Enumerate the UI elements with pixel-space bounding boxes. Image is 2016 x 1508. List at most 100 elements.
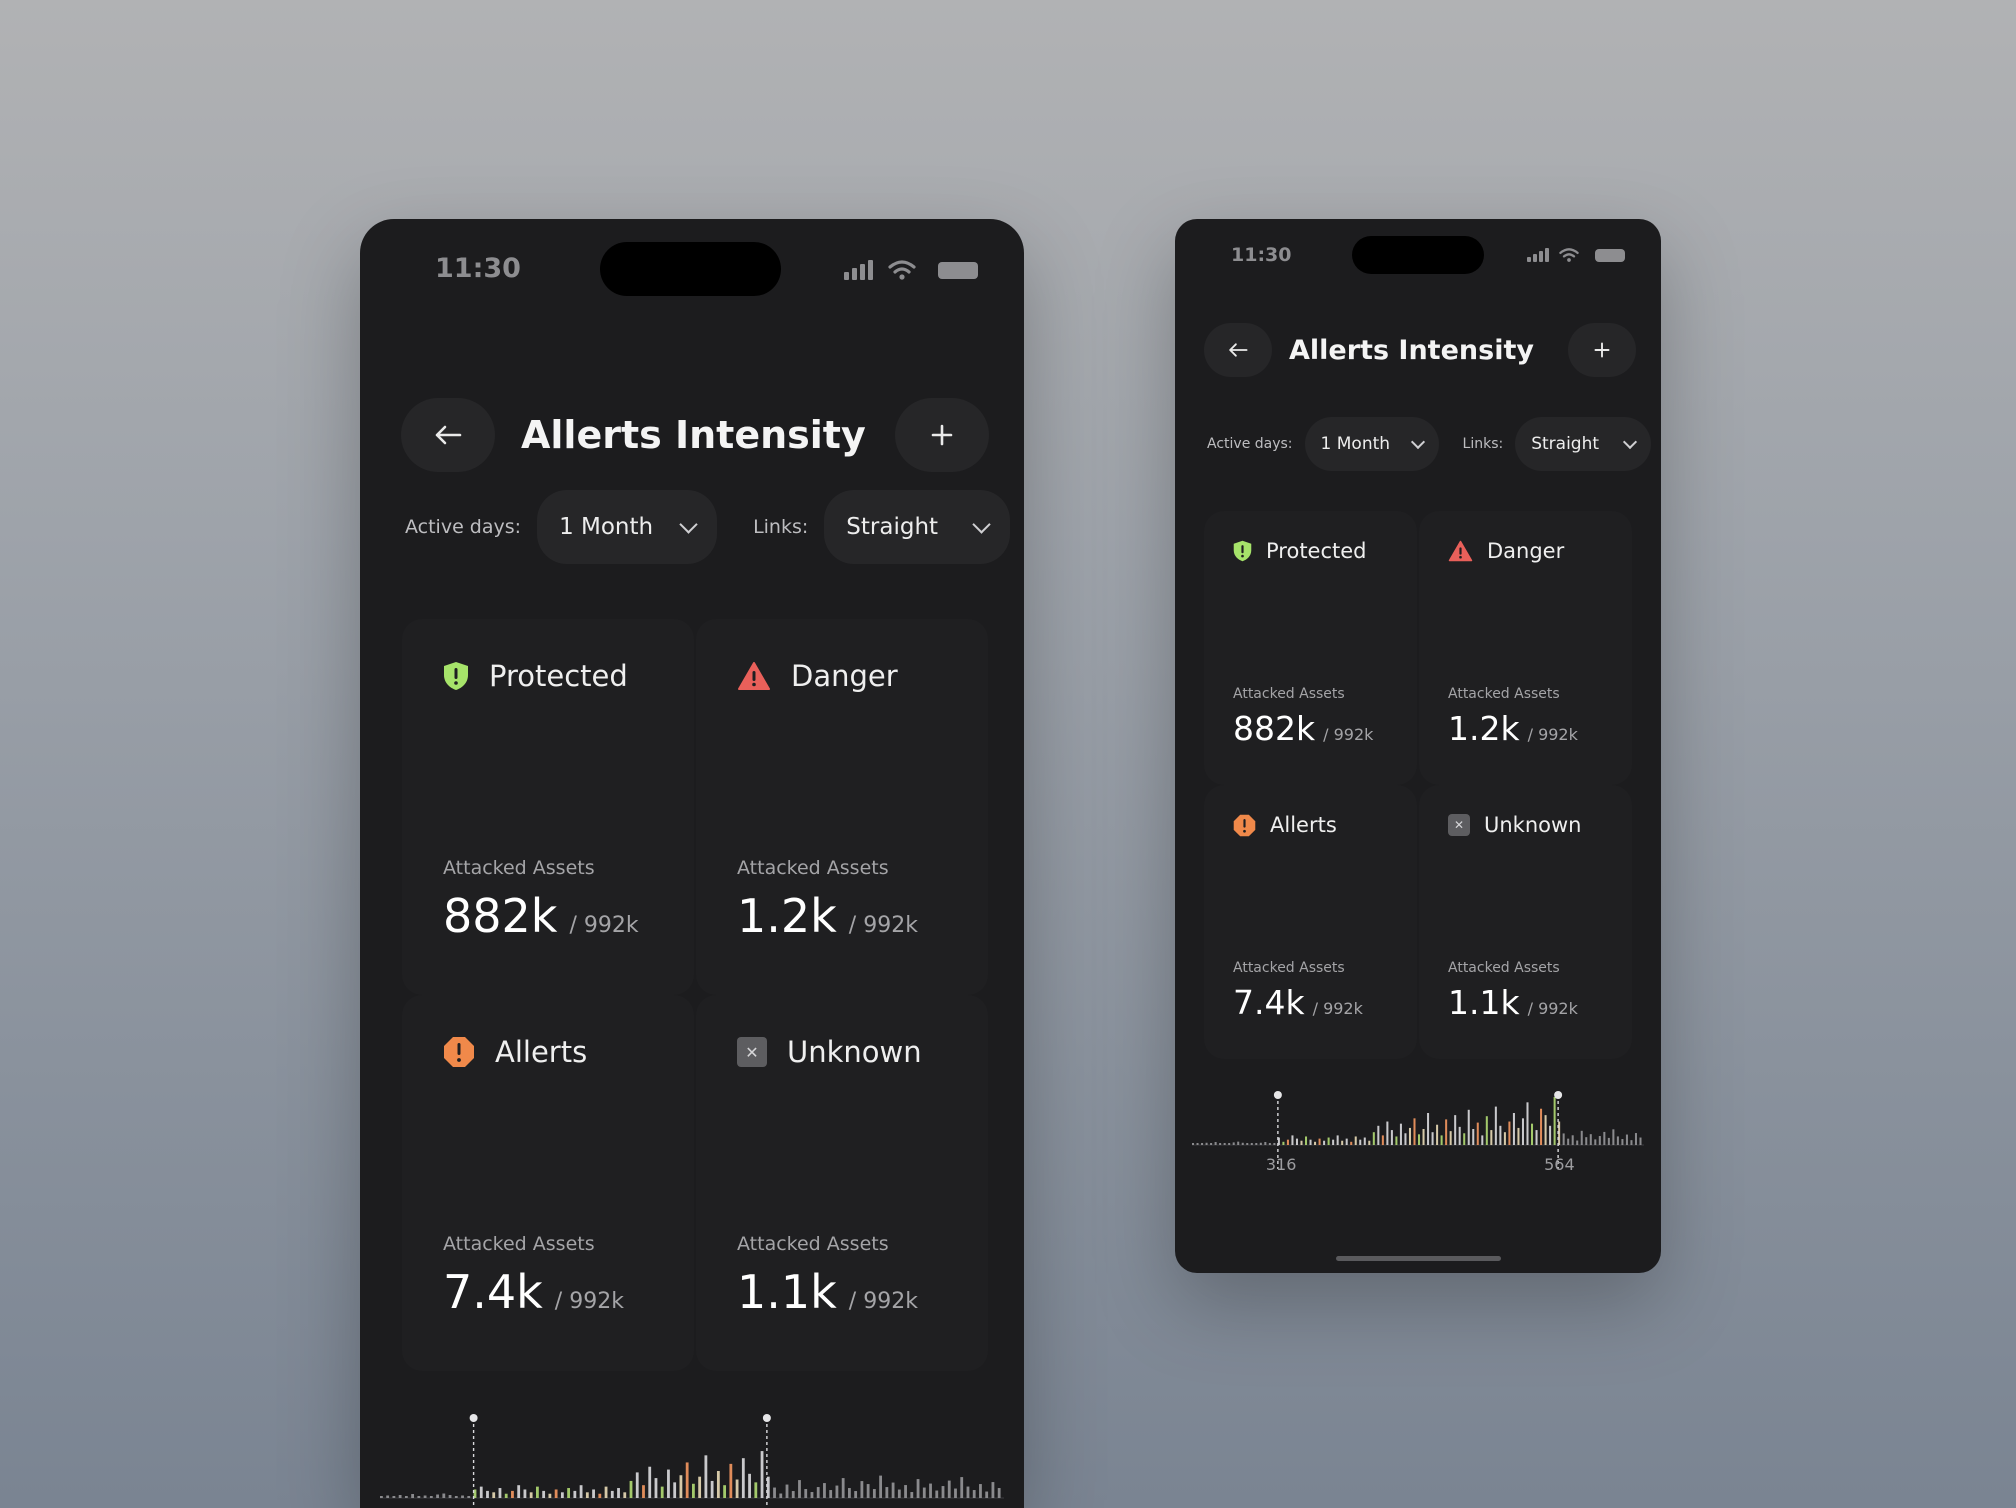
chart-bar (610, 1490, 614, 1498)
chart-bar (698, 1476, 702, 1498)
card-value: 882k (1233, 709, 1316, 748)
chart-bar (1314, 1141, 1317, 1145)
range-end-handle[interactable] (762, 1414, 771, 1422)
chart-bar (1616, 1136, 1619, 1145)
card-danger[interactable]: Danger Attacked Assets 1.2k / 992k (696, 619, 988, 995)
chart-bar (529, 1492, 533, 1498)
chart-bar (804, 1489, 808, 1498)
chart-bar (667, 1469, 670, 1498)
range-start-handle[interactable] (469, 1414, 478, 1422)
chart-bar (979, 1484, 982, 1498)
plus-icon (1594, 342, 1610, 358)
warning-triangle-icon (1448, 540, 1473, 562)
card-title: Protected (489, 659, 628, 693)
chart-bar (1621, 1139, 1624, 1145)
card-protected[interactable]: Protected Attacked Assets 882k / 992k (1204, 511, 1417, 785)
links-dropdown[interactable]: Straight (824, 490, 1011, 564)
chart-bar (1576, 1140, 1579, 1145)
chart-bar (1499, 1125, 1502, 1145)
chart-bar (585, 1492, 589, 1498)
chart-bar (1309, 1139, 1312, 1145)
chart-bar (685, 1462, 689, 1498)
shield-icon (444, 662, 468, 690)
alert-octagon-icon (1233, 814, 1256, 836)
header: Allerts Intensity (360, 398, 1024, 472)
chart-bar (1404, 1133, 1407, 1145)
chart-bar (442, 1493, 446, 1498)
links-value: Straight (1531, 434, 1600, 454)
chart-bar (411, 1494, 415, 1498)
chart-bar (380, 1496, 383, 1498)
alert-octagon-icon (444, 1037, 474, 1067)
card-title: Danger (1487, 539, 1565, 563)
card-title: Danger (791, 659, 898, 693)
chart-bar (835, 1485, 839, 1498)
chart-bar (648, 1466, 652, 1498)
intensity-chart-svg (1192, 1091, 1644, 1169)
chart-bar (486, 1490, 489, 1498)
card-danger[interactable]: Danger Attacked Assets 1.2k / 992k (1419, 511, 1632, 785)
chart-bar (848, 1488, 851, 1498)
chart-bar (560, 1492, 564, 1498)
chart-bar (947, 1480, 951, 1498)
card-allerts[interactable]: Allerts Attacked Assets 7.4k / 992k (402, 995, 694, 1371)
chart-bar (1268, 1143, 1271, 1145)
header: Allerts Intensity (1175, 323, 1661, 377)
range-end-handle[interactable] (1554, 1091, 1563, 1099)
chart-bar (1341, 1140, 1344, 1145)
chevron-down-icon (972, 514, 991, 534)
card-unknown[interactable]: ✕ Unknown Attacked Assets 1.1k / 992k (696, 995, 988, 1371)
chart-bar (492, 1492, 496, 1498)
chart-bar (1418, 1134, 1421, 1145)
chart-bar (1540, 1108, 1543, 1145)
chart-bar (417, 1496, 421, 1498)
chart-bar (1359, 1139, 1362, 1145)
intensity-chart[interactable]: 316 564 (1192, 1089, 1644, 1199)
card-unknown[interactable]: ✕ Unknown Attacked Assets 1.1k / 992k (1419, 785, 1632, 1059)
chart-bar (1413, 1118, 1416, 1145)
chart-bar (1567, 1138, 1570, 1145)
chart-bar (386, 1495, 390, 1498)
add-button[interactable] (1568, 323, 1636, 377)
chart-bar (479, 1486, 483, 1498)
active-days-dropdown[interactable]: 1 Month (537, 490, 718, 564)
chart-bar (1625, 1134, 1628, 1145)
chevron-down-icon (1410, 434, 1425, 450)
chart-bar (810, 1492, 814, 1498)
chart-bar (654, 1478, 658, 1498)
chart-bar (679, 1475, 683, 1498)
chart-bar (1237, 1141, 1240, 1145)
chart-bar (1449, 1131, 1452, 1145)
active-days-dropdown[interactable]: 1 Month (1304, 417, 1439, 471)
phone-small: 11:30 Allerts Intensity Active days: 1 M… (1175, 219, 1661, 1273)
chart-bar (1440, 1135, 1443, 1145)
chart-bar (523, 1489, 527, 1498)
chart-bar (1594, 1139, 1597, 1145)
chart-bar (579, 1485, 583, 1498)
chart-bar (1580, 1130, 1583, 1145)
chart-bar (504, 1493, 508, 1498)
chart-bar (498, 1488, 502, 1498)
card-value: 1.2k (1448, 709, 1520, 748)
card-allerts[interactable]: Allerts Attacked Assets 7.4k / 992k (1204, 785, 1417, 1059)
range-start-handle[interactable] (1273, 1091, 1282, 1099)
chart-bar (1494, 1106, 1497, 1145)
chart-bar (1544, 1115, 1547, 1145)
links-dropdown[interactable]: Straight (1515, 417, 1652, 471)
chart-bar (716, 1470, 720, 1498)
chart-bar (1526, 1102, 1529, 1145)
card-protected[interactable]: Protected Attacked Assets 882k / 992k (402, 619, 694, 995)
card-value: 1.2k (737, 889, 837, 943)
chevron-down-icon (679, 514, 698, 534)
back-button[interactable] (401, 398, 495, 472)
chart-bar (429, 1496, 433, 1498)
chart-bar (1607, 1137, 1610, 1145)
intensity-chart[interactable] (380, 1404, 1004, 1508)
card-caption: Attacked Assets (737, 1233, 889, 1255)
back-button[interactable] (1204, 323, 1272, 377)
add-button[interactable] (895, 398, 989, 472)
chart-bar (735, 1479, 739, 1498)
chart-bar (1192, 1143, 1195, 1145)
status-icons (1527, 247, 1625, 263)
card-title: Unknown (1484, 813, 1582, 837)
